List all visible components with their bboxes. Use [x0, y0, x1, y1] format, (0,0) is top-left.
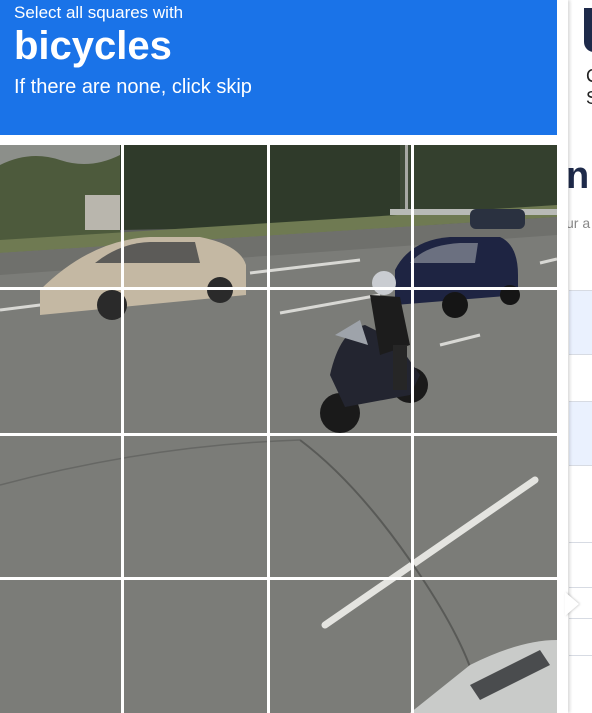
bg-heading: n	[566, 155, 590, 197]
captcha-tile-r1-c4[interactable]	[414, 145, 557, 287]
bg-list-row	[569, 290, 592, 355]
grid-divider	[0, 287, 557, 290]
captcha-tile-r3-c3[interactable]	[270, 436, 411, 577]
grid-divider	[0, 577, 557, 580]
grid-divider	[0, 433, 557, 436]
captcha-tile-r3-c2[interactable]	[124, 436, 267, 577]
captcha-tile-r1-c2[interactable]	[124, 145, 267, 287]
captcha-tile-r1-c1[interactable]	[0, 145, 121, 287]
grid-divider	[267, 145, 270, 713]
captcha-tile-r2-c4[interactable]	[414, 290, 557, 433]
grid-divider	[411, 145, 414, 713]
skip-hint: If there are none, click skip	[14, 76, 252, 98]
captcha-tile-r2-c2[interactable]	[124, 290, 267, 433]
site-logo	[584, 8, 592, 52]
captcha-tile-r4-c1[interactable]	[0, 580, 121, 713]
captcha-header: Select all squares with bicycles If ther…	[0, 0, 557, 135]
bg-text-line-2: S	[586, 88, 592, 109]
frame-pointer-arrow	[565, 592, 579, 616]
instruction-text: Select all squares with	[14, 3, 184, 22]
captcha-tile-r2-c1[interactable]	[0, 290, 121, 433]
captcha-tile-r1-c3[interactable]	[270, 145, 411, 287]
captcha-challenge-frame: Select all squares with bicycles If ther…	[0, 0, 568, 713]
captcha-tile-r4-c3[interactable]	[270, 580, 411, 713]
grid-divider	[121, 145, 124, 713]
captcha-tile-r4-c4[interactable]	[414, 580, 557, 713]
target-object-label: bicycles	[14, 24, 172, 68]
captcha-image-grid	[0, 145, 557, 713]
captcha-tile-r4-c2[interactable]	[124, 580, 267, 713]
bg-subtext: ur a	[566, 215, 591, 231]
bg-list-row	[569, 354, 592, 402]
captcha-tile-r3-c4[interactable]	[414, 436, 557, 577]
captcha-tile-r2-c3[interactable]	[270, 290, 411, 433]
captcha-tile-r3-c1[interactable]	[0, 436, 121, 577]
bg-list-row	[569, 542, 592, 588]
bg-list-row	[569, 618, 592, 656]
bg-text-line-1: C	[586, 66, 592, 87]
bg-list-row	[569, 401, 592, 466]
